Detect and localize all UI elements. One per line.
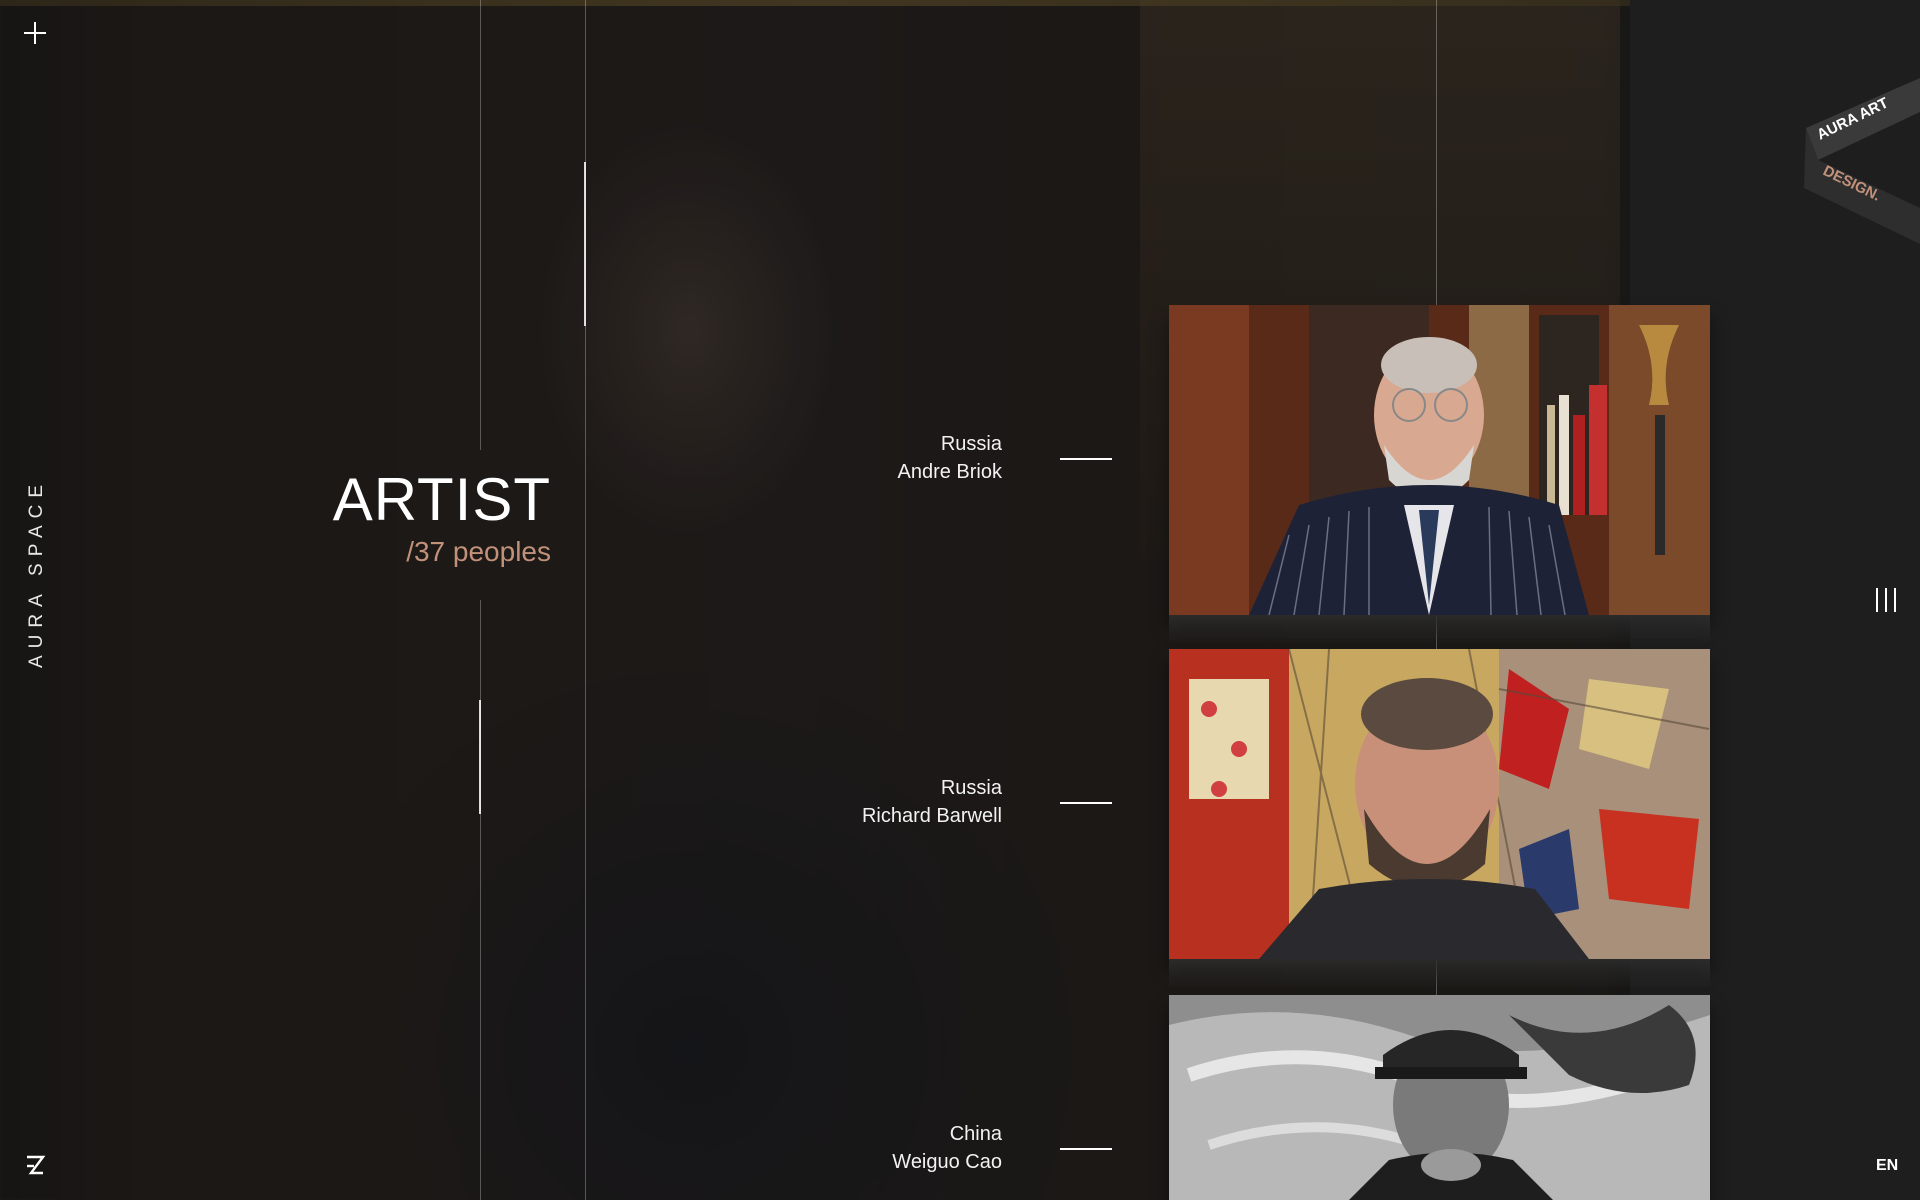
artist-photo[interactable] — [1169, 995, 1710, 1200]
artist-name: Weiguo Cao — [892, 1151, 1002, 1173]
logo-icon[interactable] — [24, 1154, 46, 1176]
artist-portrait-image — [1169, 305, 1710, 615]
language-switch[interactable]: EN — [1876, 1157, 1898, 1175]
artist-dash — [1060, 458, 1112, 460]
artist-name: Andre Briok — [897, 461, 1003, 483]
artist-label[interactable]: Russia Richard Barwell — [862, 774, 1002, 830]
artist-country: China — [949, 1123, 1002, 1145]
photo-reflection — [1169, 615, 1710, 645]
page-subtitle: /37 peoples — [406, 536, 551, 567]
background-frame-edge — [0, 0, 1640, 6]
artist-label[interactable]: China Weiguo Cao — [892, 1120, 1002, 1176]
artist-page: AURA SPACE ARTIST /37 peoples Russia And… — [0, 0, 1920, 1200]
page-title: ARTIST — [332, 466, 551, 533]
artist-photo[interactable] — [1169, 649, 1710, 959]
plus-icon[interactable] — [24, 22, 46, 44]
scroll-indicator — [479, 700, 481, 814]
artist-dash — [1060, 802, 1112, 804]
artist-portrait-image — [1169, 995, 1710, 1200]
scroll-indicator — [584, 162, 586, 326]
divider-line — [480, 600, 481, 1200]
menu-bars-icon[interactable] — [1876, 588, 1898, 612]
divider-line — [480, 0, 481, 450]
brand-ribbon[interactable]: AURA ART DESIGN. — [1800, 78, 1920, 248]
side-brand-text: AURA SPACE — [26, 477, 47, 668]
artist-country: Russia — [940, 433, 1002, 455]
artist-dash — [1060, 1148, 1112, 1150]
artist-country: Russia — [940, 777, 1002, 799]
artist-portrait-image — [1169, 649, 1710, 959]
photo-reflection — [1169, 959, 1710, 989]
artist-label[interactable]: Russia Andre Briok — [898, 430, 1003, 486]
artist-photo[interactable] — [1169, 305, 1710, 615]
artist-name: Richard Barwell — [861, 805, 1002, 827]
